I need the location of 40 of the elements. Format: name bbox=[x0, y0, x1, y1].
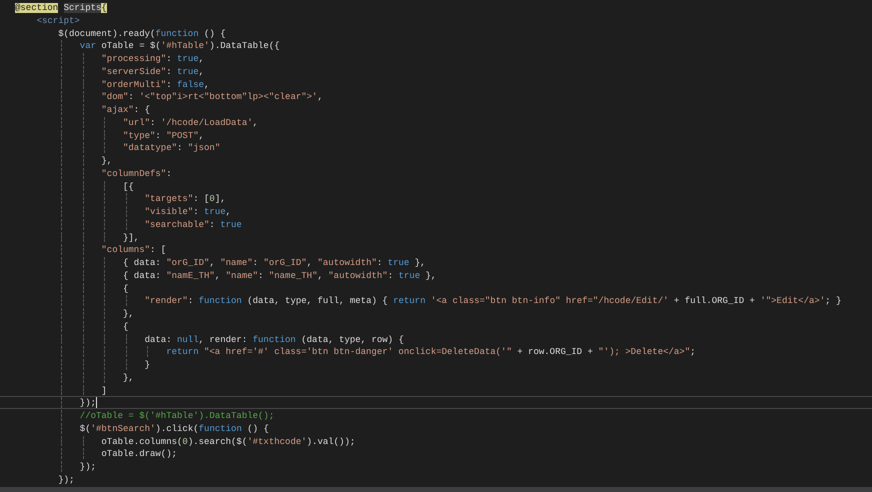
code-line: data: null, render: function (data, type, row) { bbox=[144, 334, 404, 344]
code-line: "columnDefs": bbox=[101, 168, 172, 178]
code-line: ] bbox=[101, 384, 107, 396]
code-line: } bbox=[144, 359, 150, 370]
code-line: "visible": true, bbox=[144, 206, 232, 217]
code-line: { data: "namE_TH", "name": "name_TH", "autowidth": true }, bbox=[123, 270, 436, 280]
code-line: { bbox=[123, 320, 128, 332]
code-line: @section Scripts{ bbox=[15, 2, 107, 13]
code-line: oTable.draw(); bbox=[101, 448, 178, 459]
code-line: }, bbox=[123, 372, 134, 382]
code-line: "searchable": true bbox=[144, 218, 242, 230]
code-line: "ajax": { bbox=[101, 104, 150, 115]
horizontal-scrollbar[interactable] bbox=[0, 487, 872, 492]
code-line: "serverSide": true, bbox=[101, 66, 204, 76]
code-line: }, bbox=[101, 155, 112, 166]
code-line: "url": '/hcode/LoadData', bbox=[123, 116, 258, 128]
text-cursor bbox=[96, 397, 97, 408]
code-line: { bbox=[123, 282, 128, 294]
code-line: }, bbox=[123, 308, 134, 319]
code-line: "datatype": "json" bbox=[123, 142, 220, 153]
code-line: "dom": '<"top"i>rt<"bottom"lp><"clear">', bbox=[101, 91, 323, 102]
code-line: "type": "POST", bbox=[123, 130, 204, 140]
code-line: { data: "orG_ID", "name": "orG_ID", "autowidth": true }, bbox=[123, 257, 426, 268]
code-line: }); bbox=[80, 461, 96, 472]
code-line: "render": function (data, type, full, meta) { return '<a class="btn btn-info" href="/hcode/Edit/' + full.ORG_ID + '">Edit</a>'; } bbox=[144, 295, 842, 306]
code-line: $('#btnSearch').click(function () { bbox=[80, 422, 269, 434]
code-line: <script> bbox=[36, 14, 80, 26]
code-line: oTable.columns(0).search($('#txthcode').val()); bbox=[101, 436, 356, 446]
code-line: "orderMulti": false, bbox=[101, 78, 210, 90]
code-line: [{ bbox=[123, 180, 134, 192]
code-line: "columns": [ bbox=[101, 244, 166, 255]
code-line: var oTable = $('#hTable').DataTable({ bbox=[80, 40, 280, 51]
code-line: }); bbox=[80, 397, 96, 408]
code-line: }], bbox=[123, 232, 140, 242]
code-line: $(document).ready(function () { bbox=[58, 28, 226, 38]
code-line: return "<a href='#' class='btn btn-danger' onclick=DeleteData('" + row.ORG_ID + "'); >Delete</a>"; bbox=[166, 346, 696, 357]
code-line: }); bbox=[58, 474, 74, 484]
code-line: "targets": [0], bbox=[144, 193, 226, 204]
code-line: "processing": true, bbox=[101, 53, 204, 64]
code-line: //oTable = $('#hTable').DataTable(); bbox=[80, 410, 274, 421]
